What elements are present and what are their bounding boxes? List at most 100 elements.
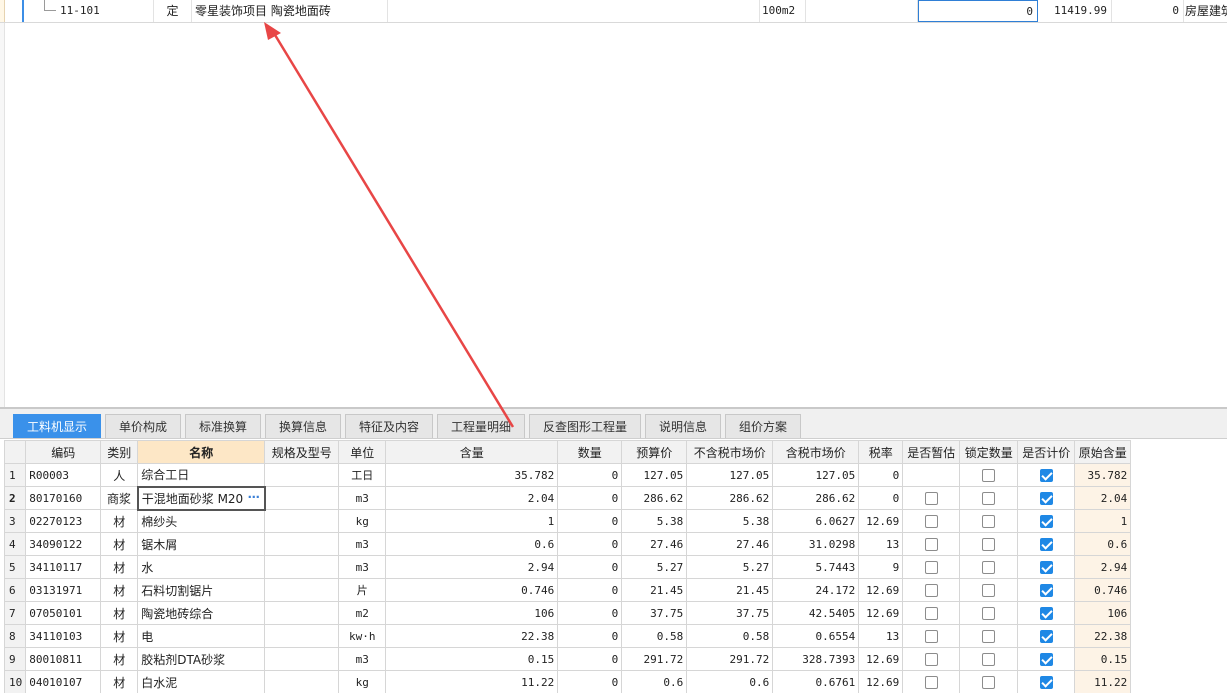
cell-lock[interactable] bbox=[959, 555, 1019, 579]
checkbox-unchecked-icon[interactable] bbox=[982, 538, 996, 551]
cell-category[interactable]: 材 bbox=[100, 509, 139, 533]
more-options-icon[interactable]: ⋯ bbox=[248, 490, 260, 504]
checkbox-checked-icon[interactable] bbox=[1039, 584, 1053, 597]
cell-orig-content[interactable]: 0.6 bbox=[1074, 532, 1132, 556]
cell-code[interactable]: R00003 bbox=[25, 463, 102, 487]
cell-unit[interactable]: m3 bbox=[338, 486, 387, 510]
cell-category[interactable]: 材 bbox=[100, 601, 139, 625]
col-header-name[interactable]: 名称 bbox=[137, 440, 266, 464]
cell-lock[interactable] bbox=[959, 624, 1019, 648]
cell-budget-price[interactable]: 286.62 bbox=[621, 486, 688, 510]
cell-unit[interactable]: m2 bbox=[338, 601, 387, 625]
cell-quantity[interactable]: 0 bbox=[557, 601, 623, 625]
checkbox-checked-icon[interactable] bbox=[1039, 561, 1053, 574]
cell-ex-tax-price[interactable]: 27.46 bbox=[686, 532, 774, 556]
cell-spec[interactable] bbox=[264, 532, 340, 556]
cell-unit[interactable]: m3 bbox=[338, 647, 387, 671]
cell-code[interactable]: 02270123 bbox=[25, 509, 102, 533]
cell-code[interactable]: 34110103 bbox=[25, 624, 102, 648]
table-row[interactable]: 10 04010107 材白水泥 kg 11.22 0 0.6 0.6 0.6761 12.69 1… bbox=[3, 670, 1132, 693]
cell-priced[interactable] bbox=[1017, 670, 1076, 693]
cell-content[interactable]: 11.22 bbox=[385, 670, 559, 693]
cell-est[interactable] bbox=[902, 463, 961, 487]
tab-pricing-plan[interactable]: 组价方案 bbox=[725, 414, 801, 438]
cell-spec[interactable] bbox=[264, 463, 340, 487]
cell-lock[interactable] bbox=[959, 578, 1019, 602]
checkbox-unchecked-icon[interactable] bbox=[982, 492, 996, 505]
cell-category[interactable]: 材 bbox=[100, 532, 139, 556]
cell-est[interactable] bbox=[902, 555, 961, 579]
row-number[interactable]: 10 bbox=[3, 670, 27, 693]
row-number[interactable]: 5 bbox=[3, 555, 27, 579]
col-header-quantity[interactable]: 数量 bbox=[557, 440, 623, 464]
cell-name[interactable]: 水 bbox=[137, 555, 266, 579]
cell-ex-tax-price[interactable]: 127.05 bbox=[686, 463, 774, 487]
cell-quantity[interactable]: 0 bbox=[557, 578, 623, 602]
item-price[interactable]: 11419.99 bbox=[1038, 0, 1112, 22]
cell-budget-price[interactable]: 0.58 bbox=[621, 624, 688, 648]
cell-spec[interactable] bbox=[264, 509, 340, 533]
cell-name[interactable]: 综合工日 bbox=[137, 463, 266, 487]
cell-inc-tax-price[interactable]: 328.7393 bbox=[772, 647, 860, 671]
cell-code[interactable]: 34110117 bbox=[25, 555, 102, 579]
checkbox-unchecked-icon[interactable] bbox=[982, 561, 996, 574]
cell-content[interactable]: 0.746 bbox=[385, 578, 559, 602]
row-number[interactable]: 8 bbox=[3, 624, 27, 648]
cell-est[interactable] bbox=[902, 601, 961, 625]
cell-quantity[interactable]: 0 bbox=[557, 647, 623, 671]
cell-content[interactable]: 22.38 bbox=[385, 624, 559, 648]
cell-content[interactable]: 2.94 bbox=[385, 555, 559, 579]
col-header-ex-tax-price[interactable]: 不含税市场价 bbox=[686, 440, 774, 464]
checkbox-unchecked-icon[interactable] bbox=[924, 584, 938, 597]
cell-ex-tax-price[interactable]: 5.38 bbox=[686, 509, 774, 533]
cell-spec[interactable] bbox=[264, 601, 340, 625]
checkbox-checked-icon[interactable] bbox=[1039, 607, 1053, 620]
checkbox-unchecked-icon[interactable] bbox=[924, 630, 938, 643]
cell-priced[interactable] bbox=[1017, 532, 1076, 556]
cell-category[interactable]: 材 bbox=[100, 555, 139, 579]
checkbox-unchecked-icon[interactable] bbox=[924, 607, 938, 620]
row-number[interactable]: 6 bbox=[3, 578, 27, 602]
cell-priced[interactable] bbox=[1017, 555, 1076, 579]
checkbox-unchecked-icon[interactable] bbox=[982, 469, 996, 482]
table-row[interactable]: 3 02270123 材棉纱头 kg 1 0 5.38 5.38 6.0627 12.69 1 bbox=[3, 509, 1132, 533]
cell-code[interactable]: 04010107 bbox=[25, 670, 102, 693]
cell-budget-price[interactable]: 21.45 bbox=[621, 578, 688, 602]
cell-spec[interactable] bbox=[264, 555, 340, 579]
tab-quantity-detail[interactable]: 工程量明细 bbox=[437, 414, 525, 438]
col-header-tax-rate[interactable]: 税率 bbox=[858, 440, 904, 464]
item-expr[interactable] bbox=[806, 0, 918, 22]
cell-ex-tax-price[interactable]: 0.6 bbox=[686, 670, 774, 693]
cell-tax-rate[interactable]: 0 bbox=[858, 486, 904, 510]
cell-unit[interactable]: kg bbox=[338, 509, 387, 533]
col-header-spec[interactable]: 规格及型号 bbox=[264, 440, 340, 464]
cell-code[interactable]: 03131971 bbox=[25, 578, 102, 602]
cell-budget-price[interactable]: 5.27 bbox=[621, 555, 688, 579]
row-number[interactable]: 2 bbox=[3, 486, 27, 510]
cell-lock[interactable] bbox=[959, 532, 1019, 556]
cell-spec[interactable] bbox=[264, 624, 340, 648]
tab-description[interactable]: 说明信息 bbox=[645, 414, 721, 438]
checkbox-unchecked-icon[interactable] bbox=[924, 653, 938, 666]
cell-unit[interactable]: kg bbox=[338, 670, 387, 693]
cell-lock[interactable] bbox=[959, 601, 1019, 625]
checkbox-checked-icon[interactable] bbox=[1039, 538, 1053, 551]
item-total[interactable]: 0 bbox=[1112, 0, 1184, 22]
cell-code[interactable]: 80010811 bbox=[25, 647, 102, 671]
cell-lock[interactable] bbox=[959, 486, 1019, 510]
cell-priced[interactable] bbox=[1017, 601, 1076, 625]
cell-budget-price[interactable]: 27.46 bbox=[621, 532, 688, 556]
cell-orig-content[interactable]: 22.38 bbox=[1074, 624, 1132, 648]
cell-tax-rate[interactable]: 13 bbox=[858, 624, 904, 648]
cell-category[interactable]: 材 bbox=[100, 578, 139, 602]
row-number[interactable]: 1 bbox=[3, 463, 27, 487]
cell-quantity[interactable]: 0 bbox=[557, 509, 623, 533]
checkbox-checked-icon[interactable] bbox=[1039, 492, 1053, 505]
cell-quantity[interactable]: 0 bbox=[557, 670, 623, 693]
tab-conversion-info[interactable]: 换算信息 bbox=[265, 414, 341, 438]
cell-lock[interactable] bbox=[959, 463, 1019, 487]
row-number[interactable]: 4 bbox=[3, 532, 27, 556]
cell-est[interactable] bbox=[902, 532, 961, 556]
cell-est[interactable] bbox=[902, 670, 961, 693]
cell-priced[interactable] bbox=[1017, 624, 1076, 648]
